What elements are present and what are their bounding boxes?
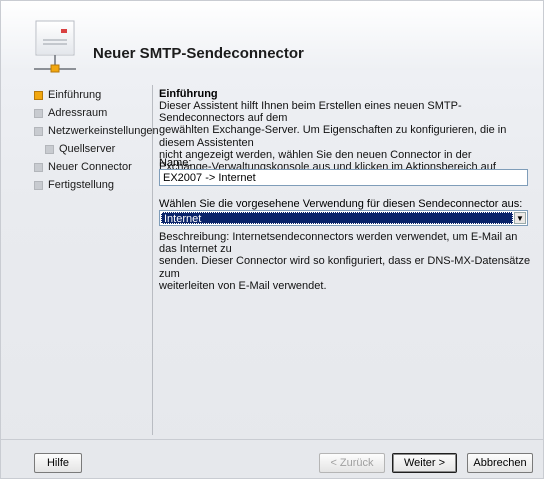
send-connector-icon <box>34 19 78 75</box>
nav-step-label: Quellserver <box>59 143 116 155</box>
cancel-button[interactable]: Abbrechen <box>467 453 533 473</box>
wizard-header: Neuer SMTP-Sendeconnector <box>1 1 543 81</box>
active-step-icon <box>34 91 43 100</box>
name-field[interactable] <box>159 169 528 186</box>
wizard-title: Neuer SMTP-Sendeconnector <box>93 45 304 62</box>
nav-step-label: Einführung <box>48 89 102 101</box>
inactive-step-icon <box>34 181 43 190</box>
inactive-step-icon <box>45 145 54 154</box>
intro-line: gewählten Exchange-Server. Um Eigenschaf… <box>159 124 507 149</box>
inactive-step-icon <box>34 127 43 136</box>
usage-label: Wählen Sie die vorgesehene Verwendung fü… <box>159 198 523 210</box>
help-button[interactable]: Hilfe <box>34 453 82 473</box>
nav-divider <box>152 85 153 435</box>
description-line: senden. Dieser Connector wird so konfigu… <box>159 255 531 280</box>
intro-line: nicht angezeigt werden, wählen Sie den n… <box>159 148 472 161</box>
usage-description: Beschreibung: Internetsendeconnectors we… <box>159 231 535 292</box>
nav-step-label: Adressraum <box>48 107 108 119</box>
intro-line: Dieser Assistent hilft Ihnen beim Erstel… <box>159 100 462 125</box>
footer-divider <box>1 439 543 440</box>
inactive-step-icon <box>34 163 43 172</box>
section-title: Einführung <box>159 88 218 100</box>
description-line: Beschreibung: Internetsendeconnectors we… <box>159 231 518 256</box>
name-label: Name: <box>159 157 192 169</box>
chevron-down-icon[interactable]: ▼ <box>514 212 526 224</box>
usage-select-value: Internet <box>161 212 513 225</box>
usage-select[interactable]: Internet ▼ <box>159 210 528 226</box>
description-line: weiterleiten von E-Mail verwendet. <box>159 279 327 292</box>
back-button[interactable]: < Zurück <box>319 453 385 473</box>
nav-step-label: Netzwerkeinstellungen <box>48 125 159 137</box>
nav-step-label: Neuer Connector <box>48 161 132 173</box>
wizard-window: Neuer SMTP-Sendeconnector Einführung Adr… <box>0 0 544 479</box>
next-button[interactable]: Weiter > <box>392 453 457 473</box>
nav-step-label: Fertigstellung <box>48 179 115 191</box>
inactive-step-icon <box>34 109 43 118</box>
